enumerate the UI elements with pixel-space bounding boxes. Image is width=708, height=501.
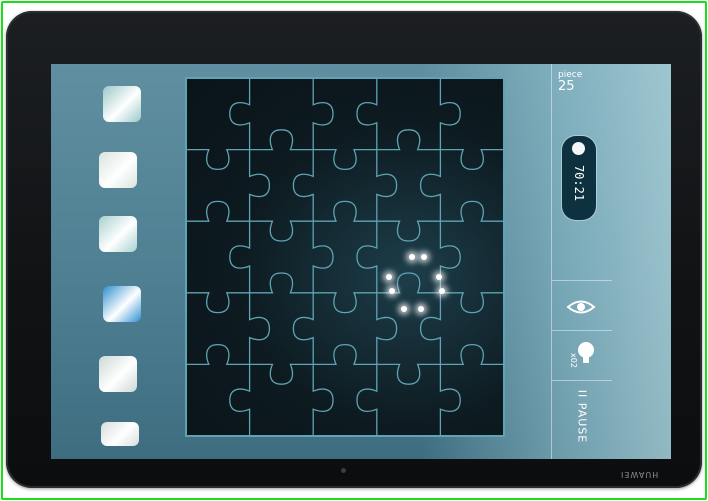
board-row-seam	[186, 129, 504, 171]
tray-piece-1[interactable]	[103, 86, 141, 122]
tray-piece-2[interactable]	[99, 152, 137, 188]
board-border	[186, 78, 504, 436]
pause-button[interactable]: II PAUSE	[556, 382, 608, 457]
sparkle-effect	[386, 274, 392, 280]
sparkle-effect	[418, 306, 424, 312]
board-column-seam	[356, 78, 398, 436]
divider	[552, 280, 612, 281]
sparkle-effect	[389, 288, 395, 294]
tablet-device: HUAWEI piece 25 70:21 x02 II PAUSE	[6, 11, 702, 488]
sparkle-effect	[436, 274, 442, 280]
board-row-seam	[186, 200, 504, 242]
board-column-seam	[292, 78, 334, 436]
sparkle-effect	[421, 254, 427, 260]
front-camera	[341, 468, 346, 473]
board-column-seam	[229, 78, 271, 436]
sparkle-effect	[439, 288, 445, 294]
sparkle-effect	[409, 254, 415, 260]
lightbulb-icon	[578, 342, 594, 363]
board-row-seam	[186, 343, 504, 385]
piece-counter: piece 25	[558, 70, 582, 93]
piece-tray[interactable]	[51, 64, 186, 459]
sparkle-effect	[401, 306, 407, 312]
board-row-seam	[186, 272, 504, 314]
hint-count: x02	[568, 353, 578, 368]
tray-piece-6[interactable]	[101, 422, 139, 446]
game-screen: piece 25 70:21 x02 II PAUSE	[51, 64, 671, 459]
eye-icon	[566, 300, 596, 314]
tray-piece-3[interactable]	[99, 216, 137, 252]
tray-piece-5[interactable]	[99, 356, 137, 392]
puzzle-board[interactable]	[186, 78, 504, 436]
preview-button[interactable]	[556, 284, 606, 330]
timer-value: 70:21	[572, 164, 586, 202]
tray-piece-4[interactable]	[103, 286, 141, 322]
piece-count: 25	[558, 79, 575, 94]
timer-pill[interactable]: 70:21	[562, 136, 596, 220]
device-brand: HUAWEI	[620, 470, 659, 479]
pause-label: II PAUSE	[575, 389, 589, 444]
puzzle-grid	[186, 78, 504, 436]
hint-button[interactable]: x02	[556, 332, 606, 378]
divider	[552, 330, 612, 331]
control-panel: piece 25 70:21 x02 II PAUSE	[551, 64, 612, 459]
